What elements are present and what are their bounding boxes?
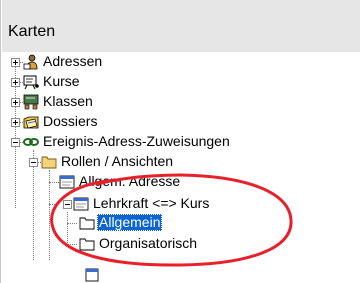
expand-plus-icon[interactable] xyxy=(11,118,20,127)
tree-connector xyxy=(67,244,77,245)
flip-chart-icon xyxy=(23,75,39,90)
panel-title: Karten xyxy=(8,23,56,40)
person-card-icon xyxy=(23,54,38,70)
tree-node-label[interactable]: Kurse xyxy=(41,73,82,90)
cards-panel: Karten Adressen Kurse Klassen Dossiers E… xyxy=(0,0,360,283)
tree-node-label[interactable]: Rollen / Ansichten xyxy=(59,153,175,170)
tree-node-label[interactable]: Organisatorisch xyxy=(97,235,199,252)
tree-connector xyxy=(49,204,57,205)
tree-node-label[interactable]: Ereignis-Adress-Zuweisungen xyxy=(41,133,232,150)
expand-plus-icon[interactable] xyxy=(11,58,20,67)
tree-node-label[interactable]: Adressen xyxy=(41,53,104,70)
tree-node-label[interactable]: Klassen xyxy=(41,93,95,110)
tree-node-label[interactable]: Dossiers xyxy=(41,113,99,130)
tree-node-label[interactable]: Lehrkraft <=> Kurs xyxy=(91,195,211,212)
classroom-icon xyxy=(23,94,39,110)
tree-connector xyxy=(49,170,50,260)
expand-plus-icon[interactable] xyxy=(11,78,20,87)
folder-icon xyxy=(79,238,95,251)
collapse-minus-icon[interactable] xyxy=(63,200,72,209)
view-icon xyxy=(85,268,99,282)
tree-connector xyxy=(67,212,68,245)
dossier-folder-icon xyxy=(23,116,39,129)
view-icon xyxy=(59,175,75,189)
expand-plus-icon[interactable] xyxy=(11,98,20,107)
folder-icon xyxy=(79,217,95,230)
tree-node-label[interactable]: Allgemein xyxy=(97,214,163,231)
folder-icon xyxy=(41,156,57,169)
panel-header: Karten xyxy=(2,0,360,52)
collapse-minus-icon[interactable] xyxy=(29,158,38,167)
tree-node-label[interactable]: Allgem. Adresse xyxy=(77,173,182,190)
tree-connector xyxy=(49,182,59,183)
link-icon xyxy=(23,138,39,146)
collapse-minus-icon[interactable] xyxy=(11,138,20,147)
view-icon xyxy=(73,197,89,211)
tree-connector xyxy=(67,223,77,224)
